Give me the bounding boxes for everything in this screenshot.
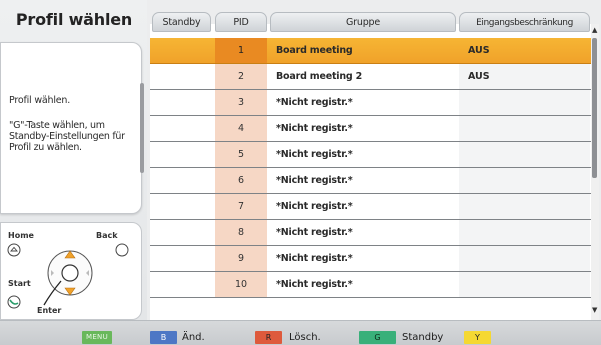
info-box: Profil wählen. "G"-Taste wählen, um Stan…: [0, 42, 144, 214]
cell-eingang: [459, 194, 590, 219]
cell-gruppe: *Nicht registr.*: [276, 227, 353, 238]
info-scroll-indicator: [140, 83, 144, 173]
cell-gruppe: *Nicht registr.*: [276, 201, 353, 212]
cell-standby: [150, 38, 213, 63]
table-row[interactable]: 3 *Nicht registr.*: [150, 90, 591, 116]
cell-eingang: [459, 90, 590, 115]
start-icon: [7, 295, 21, 309]
cell-eingang: AUS: [459, 64, 590, 89]
cell-gruppe: *Nicht registr.*: [276, 279, 353, 290]
left-panel: Profil wählen Profil wählen. "G"-Taste w…: [0, 0, 147, 320]
remote-start-label: Start: [8, 279, 31, 288]
header-eingangsbeschraenkung: Eingangsbeschränkung: [459, 12, 590, 32]
blue-key-label: Änd.: [182, 332, 205, 343]
table-rows: 1 Board meeting AUS 2 Board meeting 2 AU…: [150, 38, 591, 298]
header-standby: Standby: [152, 12, 211, 32]
cell-pid: 10: [215, 272, 267, 297]
cell-standby: [150, 220, 213, 245]
cell-pid: 5: [215, 142, 267, 167]
table-row[interactable]: 8 *Nicht registr.*: [150, 220, 591, 246]
table-row[interactable]: 7 *Nicht registr.*: [150, 194, 591, 220]
cell-pid: 2: [215, 64, 267, 89]
red-key[interactable]: R: [255, 331, 282, 344]
cell-gruppe: *Nicht registr.*: [276, 149, 353, 160]
cell-standby: [150, 168, 213, 193]
scroll-thumb[interactable]: [592, 38, 597, 178]
yellow-key[interactable]: Y: [464, 331, 491, 344]
scroll-down-icon[interactable]: ▼: [592, 306, 597, 314]
remote-guide: Home Back Start Enter: [0, 222, 142, 320]
cell-standby: [150, 194, 213, 219]
page-title: Profil wählen: [15, 10, 133, 29]
cell-gruppe: Board meeting 2: [276, 71, 363, 82]
cell-gruppe: *Nicht registr.*: [276, 123, 353, 134]
cell-pid: 4: [215, 116, 267, 141]
cell-standby: [150, 90, 213, 115]
green-key[interactable]: G: [359, 331, 396, 344]
blue-key[interactable]: B: [150, 331, 177, 344]
cell-standby: [150, 272, 213, 297]
cell-pid: 6: [215, 168, 267, 193]
cell-standby: [150, 116, 213, 141]
table-row[interactable]: 6 *Nicht registr.*: [150, 168, 591, 194]
remote-home-label: Home: [8, 231, 34, 240]
table-row[interactable]: 4 *Nicht registr.*: [150, 116, 591, 142]
cell-gruppe: *Nicht registr.*: [276, 97, 353, 108]
back-icon: [115, 243, 129, 257]
cell-gruppe: *Nicht registr.*: [276, 253, 353, 264]
cell-eingang: [459, 168, 590, 193]
cell-standby: [150, 64, 213, 89]
table-row[interactable]: 2 Board meeting 2 AUS: [150, 64, 591, 90]
cell-pid: 1: [215, 38, 267, 63]
table-row[interactable]: 5 *Nicht registr.*: [150, 142, 591, 168]
cell-eingang: AUS: [468, 45, 490, 56]
info-text-1: Profil wählen.: [9, 95, 71, 106]
cell-eingang: [459, 220, 590, 245]
key-guide-bar: MENU B Änd. R Lösch. G Standby Y: [0, 320, 601, 345]
table-scrollbar[interactable]: ▲ ▼: [591, 24, 599, 320]
cell-eingang: [459, 142, 590, 167]
table-row[interactable]: 10 *Nicht registr.*: [150, 272, 591, 298]
cell-pid: 7: [215, 194, 267, 219]
cell-pid: 9: [215, 246, 267, 271]
red-key-label: Lösch.: [289, 332, 321, 343]
cell-eingang: [459, 246, 590, 271]
menu-key[interactable]: MENU: [82, 331, 112, 344]
table-row[interactable]: 9 *Nicht registr.*: [150, 246, 591, 272]
cell-standby: [150, 142, 213, 167]
table-header: Standby PID Gruppe Eingangsbeschränkung: [152, 12, 590, 38]
remote-enter-label: Enter: [37, 306, 62, 315]
scroll-up-icon[interactable]: ▲: [592, 26, 597, 34]
remote-back-label: Back: [96, 231, 118, 240]
header-pid: PID: [215, 12, 267, 32]
cell-eingang: [459, 116, 590, 141]
home-icon: [7, 243, 21, 257]
cell-pid: 3: [215, 90, 267, 115]
info-text-2: "G"-Taste wählen, um Standby-Einstellung…: [9, 120, 125, 153]
cell-eingang: [459, 272, 590, 297]
green-key-label: Standby: [402, 332, 444, 343]
cell-gruppe: Board meeting: [276, 45, 353, 56]
table-row[interactable]: 1 Board meeting AUS: [150, 38, 591, 64]
header-gruppe: Gruppe: [270, 12, 456, 32]
cell-pid: 8: [215, 220, 267, 245]
cell-standby: [150, 246, 213, 271]
cell-gruppe: *Nicht registr.*: [276, 175, 353, 186]
